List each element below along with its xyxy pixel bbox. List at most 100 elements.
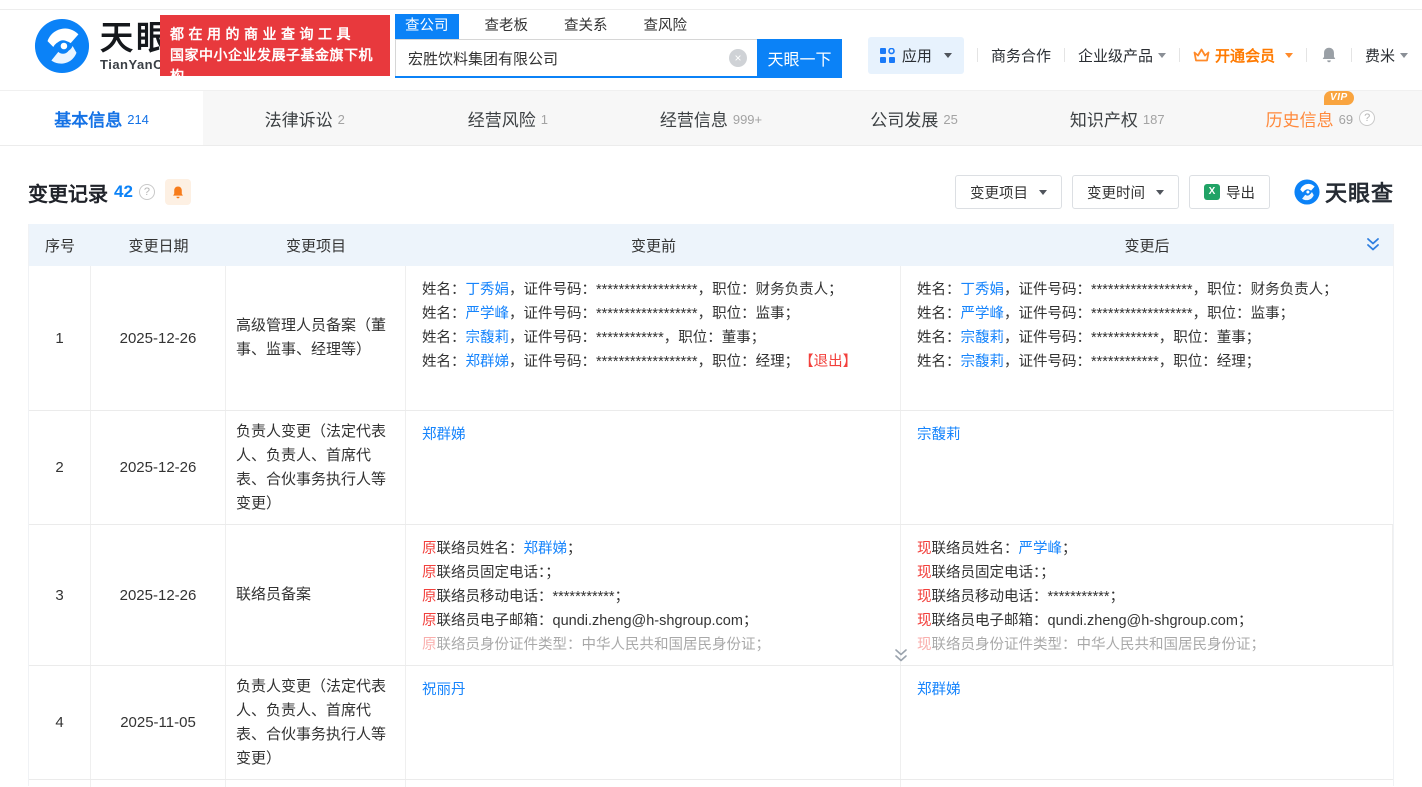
section-title: 变更记录 — [28, 178, 108, 207]
crown-icon — [1193, 48, 1210, 63]
plain-text: ，证件号码：******************，职位：财务负责人； — [1004, 282, 1338, 298]
table-row: 22025-12-26负责人变更（法定代表人、负责人、首席代表、合伙事务执行人等… — [29, 410, 1393, 524]
nav-enterprise[interactable]: 企业级产品 — [1078, 45, 1166, 66]
subscribe-bell-button[interactable] — [165, 179, 191, 205]
entity-link[interactable]: 丁秀娟 — [466, 282, 510, 298]
change-record-table: 序号 变更日期 变更项目 变更前 变更后 12025-12-26高级管理人员备案… — [28, 224, 1394, 786]
nav-user[interactable]: 费米 — [1365, 45, 1408, 66]
chevron-down-icon — [1039, 190, 1047, 195]
tianyancha-watermark-icon — [1294, 179, 1320, 205]
nav-cooperation[interactable]: 商务合作 — [991, 45, 1051, 66]
divider — [1064, 48, 1065, 62]
change-line: 郑群娣 — [917, 678, 1377, 702]
search-tab-relation[interactable]: 查关系 — [554, 14, 618, 39]
change-line: 原联络员身份证件类型：中华人民共和国居民身份证； — [422, 633, 884, 657]
collapse-all-icon[interactable] — [1365, 237, 1381, 253]
tab-count: 69 — [1339, 112, 1353, 127]
apps-menu[interactable]: 应用 — [868, 37, 964, 74]
export-button[interactable]: X 导出 — [1189, 175, 1270, 209]
help-icon[interactable]: ? — [1359, 110, 1375, 126]
change-line: 现联络员电子邮箱：qundi.zheng@h-shgroup.com； — [917, 609, 1376, 633]
change-date: 2025-12-26 — [91, 411, 226, 524]
change-before: 姓名：丁秀娟，证件号码：******************，职位：财务负责人；… — [406, 266, 901, 410]
entity-link[interactable]: 宗馥莉 — [466, 330, 510, 346]
tab-basic-info[interactable]: 基本信息 214 — [0, 91, 203, 145]
search-area: 查公司 查老板 查关系 查风险 × 天眼一下 — [395, 14, 842, 78]
plain-text: ； — [1062, 541, 1077, 557]
filter-change-item-button[interactable]: 变更项目 — [955, 175, 1062, 209]
filter-label: 变更时间 — [1087, 182, 1145, 203]
enterprise-label: 企业级产品 — [1078, 45, 1153, 66]
plain-text: 联络员电子邮箱：qundi.zheng@h-shgroup.com； — [932, 613, 1253, 629]
search-tab-boss[interactable]: 查老板 — [475, 14, 539, 39]
entity-link[interactable]: 郑群娣 — [466, 354, 510, 370]
change-line: 姓名：丁秀娟，证件号码：******************，职位：财务负责人； — [917, 278, 1377, 302]
change-after: 现联络员姓名：严学峰；现联络员固定电话：；现联络员移动电话：**********… — [901, 525, 1393, 665]
search-tab-company[interactable]: 查公司 — [395, 14, 459, 39]
search-tab-risk[interactable]: 查风险 — [634, 14, 698, 39]
tab-operation-risk[interactable]: 经营风险 1 — [406, 91, 609, 145]
entity-link[interactable]: 郑群娣 — [422, 427, 466, 443]
help-icon[interactable]: ? — [139, 184, 155, 200]
clear-icon[interactable]: × — [729, 49, 747, 67]
divider — [977, 48, 978, 62]
change-line: 姓名：严学峰，证件号码：******************，职位：监事； — [422, 302, 884, 326]
plain-text: 联络员姓名： — [437, 541, 524, 557]
change-item: 负责人变更（法定代表人、负责人、首席代表、合伙事务执行人等变更） — [226, 666, 406, 779]
change-before: 郑群娣 — [406, 411, 901, 524]
change-line: 祝丽丹 — [422, 678, 884, 702]
change-before: 祝丽丹 — [406, 666, 901, 779]
plain-text: ，证件号码：******************，职位：经理； — [509, 354, 806, 370]
tab-label: 基本信息 — [54, 106, 122, 131]
plain-text: 姓名： — [422, 354, 466, 370]
red-text: 现 — [917, 565, 932, 581]
tianyancha-logo-icon — [34, 18, 90, 74]
red-text: 现 — [917, 637, 932, 653]
notification-bell-icon[interactable] — [1320, 46, 1338, 64]
row-index: 1 — [29, 266, 91, 410]
plain-text: ，证件号码：************，职位：董事； — [509, 330, 765, 346]
table-body: 12025-12-26高级管理人员备案（董事、监事、经理等）姓名：丁秀娟，证件号… — [29, 266, 1393, 786]
entity-link[interactable]: 宗馥莉 — [961, 330, 1005, 346]
filter-change-time-button[interactable]: 变更时间 — [1072, 175, 1179, 209]
entity-link[interactable]: 郑群娣 — [524, 541, 568, 557]
expand-row-icon[interactable] — [893, 649, 909, 663]
row-index: 3 — [29, 525, 91, 665]
plain-text: 联络员身份证件类型：中华人民共和国居民身份证； — [932, 637, 1266, 653]
tab-history-info[interactable]: 历史信息 VIP 69 ? — [1219, 91, 1422, 145]
row-index: 4 — [29, 666, 91, 779]
entity-link[interactable]: 丁秀娟 — [961, 282, 1005, 298]
plain-text: 联络员固定电话：； — [437, 565, 560, 581]
change-item: 高级管理人员备案（董事、监事、经理等） — [226, 266, 406, 410]
change-item-text: 负责人变更（法定代表人、负责人、首席代表、合伙事务执行人等变更） — [236, 675, 391, 771]
red-text: 原 — [422, 613, 437, 629]
change-item-text: 高级管理人员备案（董事、监事、经理等） — [236, 314, 391, 362]
plain-text: 联络员姓名： — [932, 541, 1019, 557]
change-line: 姓名：郑群娣，证件号码：******************，职位：经理； 【退… — [422, 350, 884, 374]
red-text: 原 — [422, 565, 437, 581]
search-input[interactable] — [395, 39, 757, 76]
entity-link[interactable]: 宗馥莉 — [917, 427, 961, 443]
change-after: 郑群娣 — [901, 666, 1393, 779]
change-line: 现联络员姓名：严学峰； — [917, 537, 1376, 561]
change-line: 原联络员电子邮箱：qundi.zheng@h-shgroup.com； — [422, 609, 884, 633]
nav-open-vip[interactable]: 开通会员 — [1193, 45, 1293, 66]
red-text: 原 — [422, 589, 437, 605]
change-line: 郑群娣 — [422, 423, 884, 447]
entity-link[interactable]: 严学峰 — [466, 306, 510, 322]
search-input-wrap: × — [395, 39, 757, 76]
entity-link[interactable]: 郑群娣 — [917, 682, 961, 698]
col-header-after: 变更后 — [901, 235, 1393, 256]
tab-intellectual-property[interactable]: 知识产权 187 — [1016, 91, 1219, 145]
tab-business-info[interactable]: 经营信息 999+ — [609, 91, 812, 145]
red-text: 原 — [422, 541, 437, 557]
entity-link[interactable]: 严学峰 — [961, 306, 1005, 322]
search-button[interactable]: 天眼一下 — [757, 39, 842, 76]
tab-company-development[interactable]: 公司发展 25 — [813, 91, 1016, 145]
entity-link[interactable]: 祝丽丹 — [422, 682, 466, 698]
tab-legal[interactable]: 法律诉讼 2 — [203, 91, 406, 145]
tab-count: 2 — [338, 112, 345, 127]
change-line: 宗馥莉 — [917, 423, 1377, 447]
entity-link[interactable]: 宗馥莉 — [961, 354, 1005, 370]
entity-link[interactable]: 严学峰 — [1019, 541, 1063, 557]
